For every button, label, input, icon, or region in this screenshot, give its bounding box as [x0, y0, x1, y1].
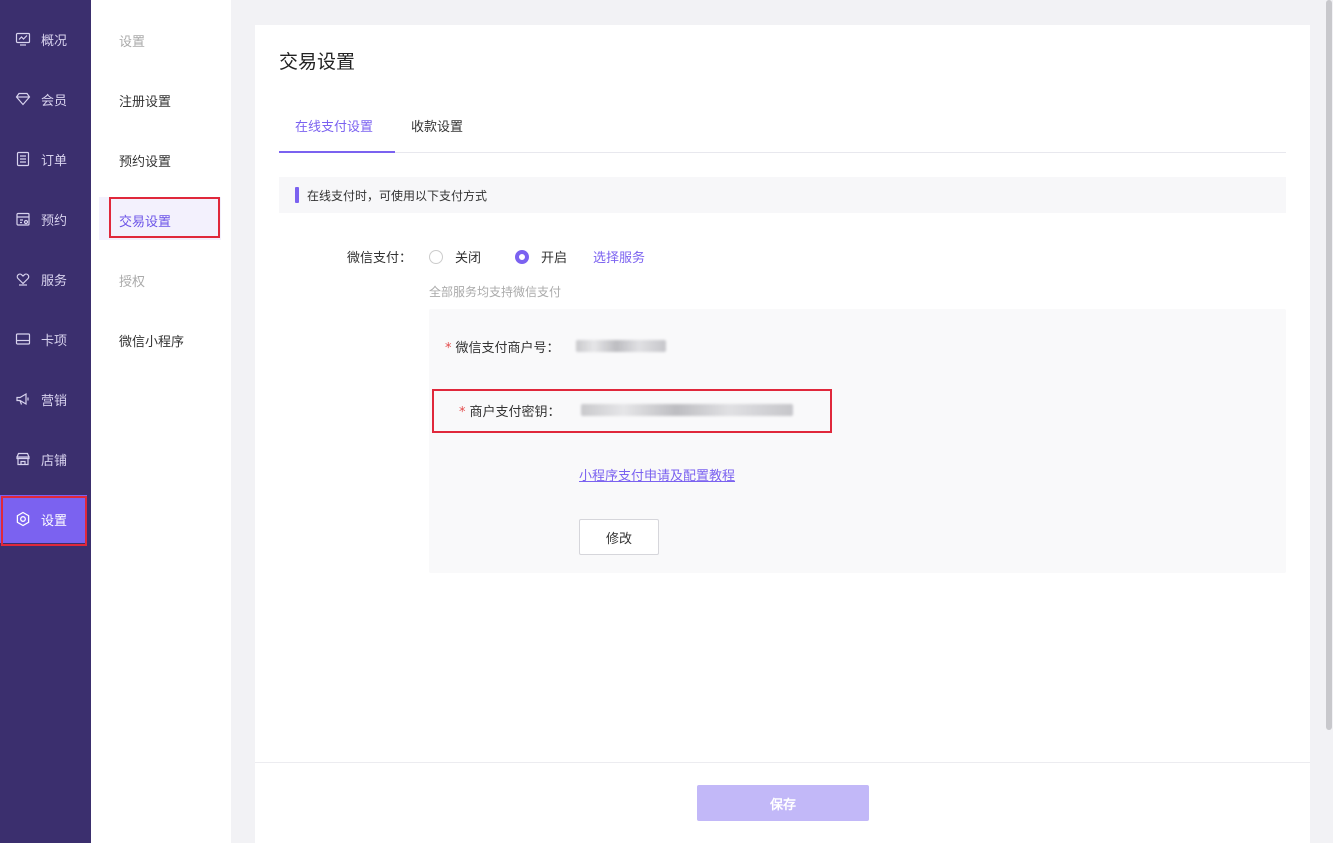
tab-bar: 在线支付设置 收款设置: [279, 103, 1286, 153]
nav-item-members[interactable]: 会员: [0, 75, 91, 123]
megaphone-icon: [14, 390, 32, 408]
save-button[interactable]: 保存: [697, 785, 869, 821]
notice-text: 在线支付时，可使用以下支付方式: [307, 188, 488, 203]
nav-item-label: 卡项: [41, 333, 68, 349]
page-scrollbar[interactable]: [1324, 0, 1333, 843]
list-icon: [14, 150, 32, 168]
page-title: 交易设置: [279, 51, 356, 73]
subnav-heading: 设置: [119, 35, 146, 50]
merchant-key-label: * 商户支付密钥：: [459, 401, 561, 420]
nav-item-services[interactable]: 服务: [0, 255, 91, 303]
subnav-item-register[interactable]: 注册设置: [119, 91, 171, 110]
monitor-icon: [14, 30, 32, 48]
tab-online-payment[interactable]: 在线支付设置: [295, 116, 373, 135]
payment-notice: 在线支付时，可使用以下支付方式: [279, 177, 1286, 213]
wechat-pay-off-radio[interactable]: 关闭: [429, 247, 481, 266]
wechat-config-panel: * 微信支付商户号： * 商户支付密钥： 小程序支付申请及配置教程 修改: [429, 309, 1286, 573]
wechat-pay-label: 微信支付：: [347, 251, 413, 266]
nav-item-label: 概况: [41, 33, 68, 49]
nav-item-label: 设置: [41, 513, 68, 529]
required-mark: *: [445, 341, 452, 356]
required-mark: *: [459, 405, 466, 420]
notice-accent-bar: [295, 187, 299, 203]
merchant-key-label-text: 商户支付密钥：: [469, 405, 561, 420]
subnav-item-booking[interactable]: 预约设置: [119, 151, 171, 170]
nav-item-settings[interactable]: 设置: [0, 495, 87, 543]
primary-sidebar: 概况 会员 订单 预约 服务 卡项 营销 店铺 设置: [0, 0, 91, 843]
nav-item-booking[interactable]: 预约: [0, 195, 91, 243]
radio-circle-checked: [515, 249, 529, 264]
nav-item-cards[interactable]: 卡项: [0, 315, 91, 363]
nav-item-orders[interactable]: 订单: [0, 135, 91, 183]
nav-item-label: 会员: [41, 93, 68, 109]
nav-item-marketing[interactable]: 营销: [0, 375, 91, 423]
subnav-item-mini-program[interactable]: 微信小程序: [119, 331, 184, 350]
radio-label: 开启: [541, 251, 568, 266]
diamond-icon: [14, 90, 32, 108]
merchant-id-label-text: 微信支付商户号：: [455, 341, 560, 356]
merchant-id-label: * 微信支付商户号：: [445, 337, 560, 356]
nav-item-store[interactable]: 店铺: [0, 435, 91, 483]
heart-hand-icon: [14, 270, 32, 288]
merchant-id-value-blurred: [576, 340, 666, 352]
nav-item-label: 营销: [41, 393, 68, 409]
nav-item-label: 订单: [41, 153, 68, 169]
radio-label: 关闭: [455, 251, 482, 266]
edit-button[interactable]: 修改: [579, 519, 659, 555]
scrollbar-thumb[interactable]: [1326, 0, 1332, 730]
nav-item-label: 服务: [41, 273, 68, 289]
active-tab-underline: [279, 151, 395, 153]
nav-item-overview[interactable]: 概况: [0, 15, 91, 63]
select-service-link[interactable]: 选择服务: [593, 247, 645, 266]
secondary-sidebar: 设置 注册设置 预约设置 交易设置 授权 微信小程序: [91, 0, 231, 843]
footer-divider: [255, 762, 1310, 763]
wechat-pay-hint: 全部服务均支持微信支付: [429, 285, 562, 299]
main-panel: 交易设置 在线支付设置 收款设置 在线支付时，可使用以下支付方式 微信支付： 关…: [255, 25, 1310, 843]
calendar-icon: [14, 210, 32, 228]
wechat-pay-on-radio[interactable]: 开启: [515, 247, 567, 266]
nav-item-label: 预约: [41, 213, 68, 229]
card-icon: [14, 330, 32, 348]
subnav-item-authorization: 授权: [119, 275, 146, 290]
settings-icon: [14, 510, 32, 528]
nav-item-label: 店铺: [41, 453, 68, 469]
merchant-key-value-blurred: [581, 404, 793, 416]
payment-tutorial-link[interactable]: 小程序支付申请及配置教程: [579, 465, 735, 484]
radio-circle: [429, 249, 443, 264]
subnav-item-transaction[interactable]: 交易设置: [119, 211, 171, 230]
store-icon: [14, 450, 32, 468]
tab-collection[interactable]: 收款设置: [411, 116, 463, 135]
